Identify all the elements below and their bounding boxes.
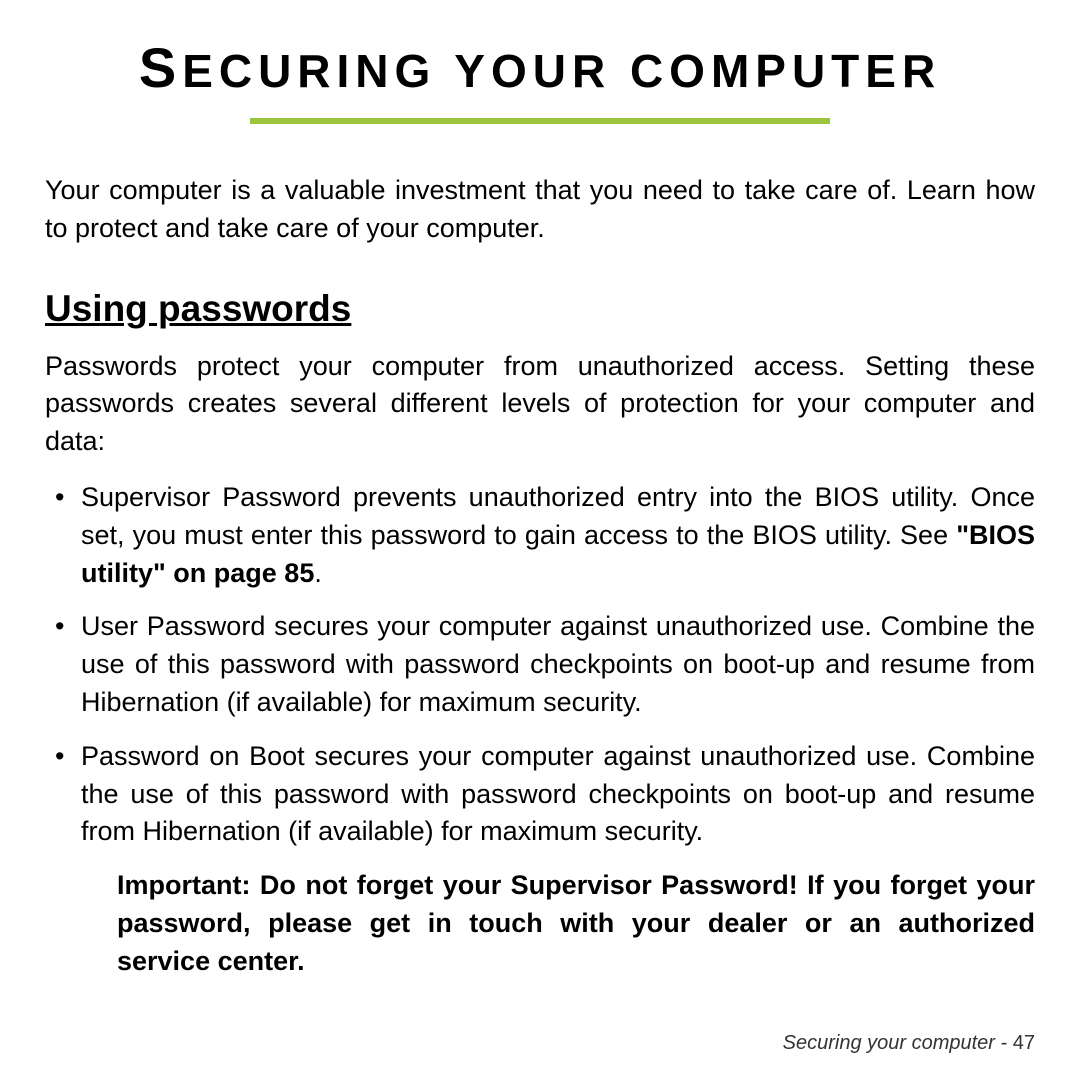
intro-paragraph: Your computer is a valuable investment t… <box>45 172 1035 248</box>
list-item-text: User Password secures your computer agai… <box>81 611 1035 717</box>
list-item: User Password secures your computer agai… <box>45 608 1035 721</box>
footer-section-name: Securing your computer - <box>783 1032 1008 1054</box>
section-heading: Using passwords <box>45 288 1035 330</box>
page-footer: Securing your computer - 47 <box>783 1032 1035 1055</box>
section-intro-paragraph: Passwords protect your computer from una… <box>45 348 1035 461</box>
list-item-text: Password on Boot secures your computer a… <box>81 741 1035 847</box>
page-title: SECURING YOUR COMPUTER <box>45 35 1035 100</box>
title-underline <box>250 118 830 124</box>
bullet-list: Supervisor Password prevents unauthorize… <box>45 479 1035 851</box>
footer-page-number: 47 <box>1007 1032 1035 1054</box>
list-item-text: Supervisor Password prevents unauthorize… <box>81 482 1035 550</box>
list-item: Supervisor Password prevents unauthorize… <box>45 479 1035 592</box>
important-note: Important: Do not forget your Supervisor… <box>45 867 1035 980</box>
list-item-text-post: . <box>314 558 322 588</box>
list-item: Password on Boot secures your computer a… <box>45 738 1035 851</box>
